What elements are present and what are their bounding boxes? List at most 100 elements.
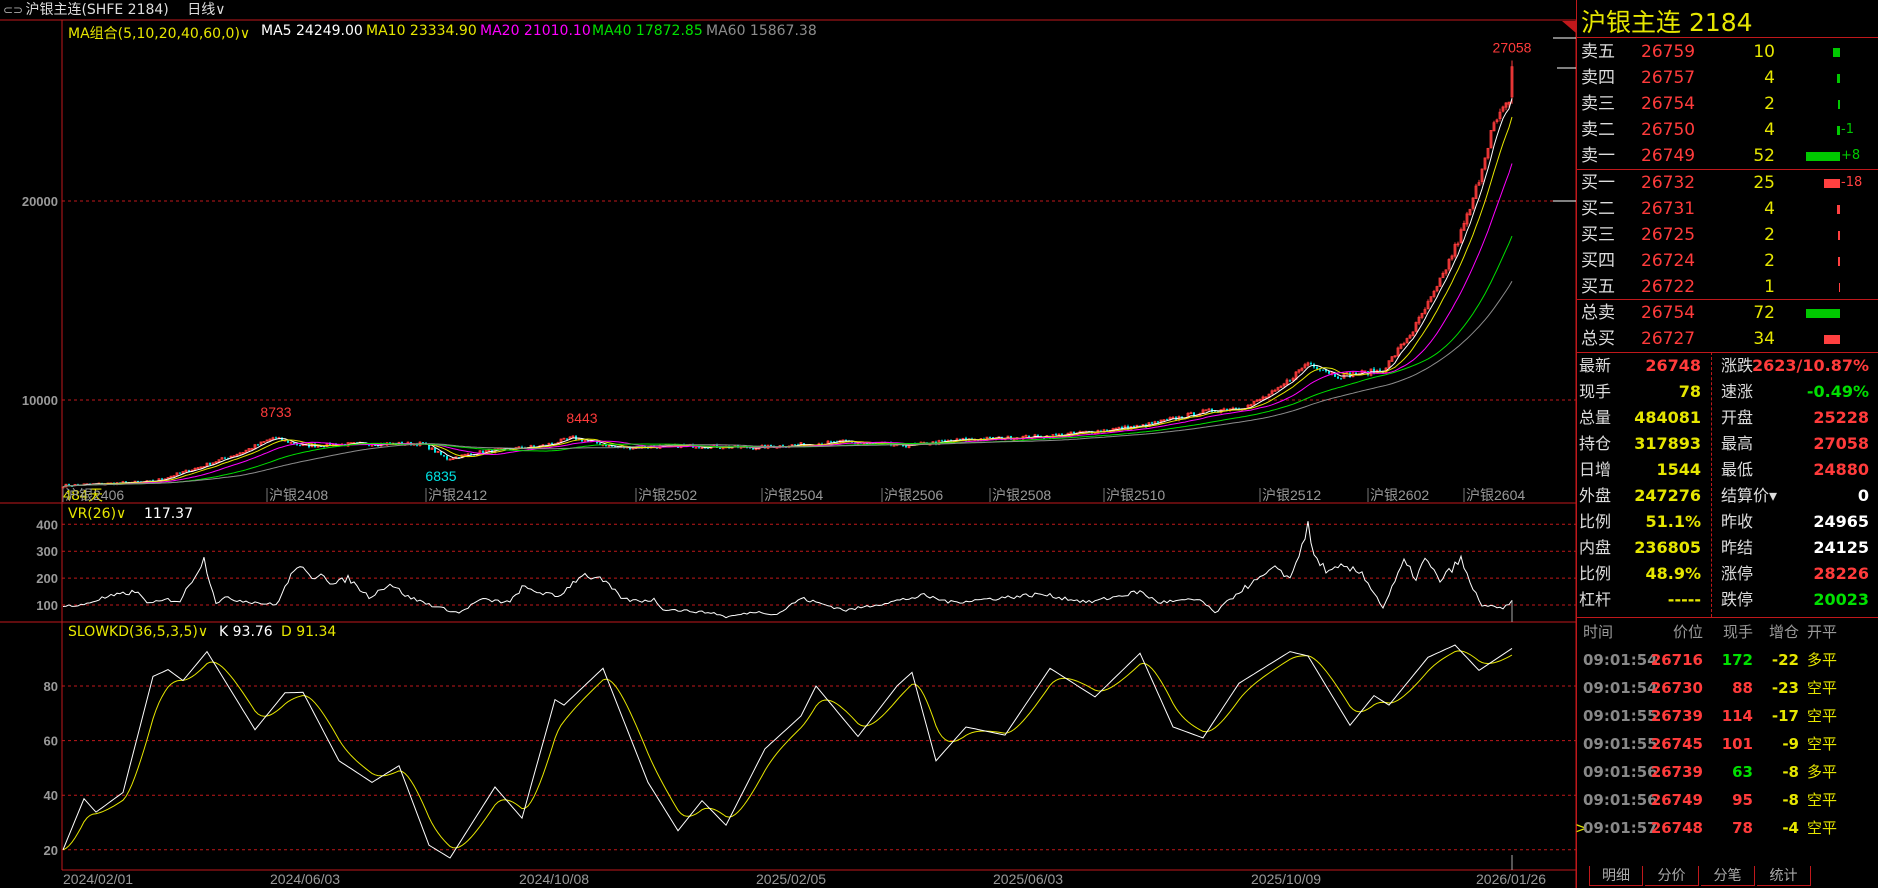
order-book-row[interactable]: 买四 26724 2 (1577, 248, 1878, 274)
order-book-row[interactable]: 总卖 26754 72 (1577, 300, 1878, 326)
trade-price: 26749 (1650, 791, 1703, 809)
trade-row[interactable]: 09:01:55 26739 114 -17 空平 (1577, 702, 1878, 730)
vr-value: 117.37 (144, 506, 193, 522)
candle (1297, 369, 1301, 374)
trade-price: 26748 (1650, 819, 1703, 837)
level-volume: 34 (1753, 329, 1775, 349)
order-book-row[interactable]: 买三 26725 2 (1577, 222, 1878, 248)
level-label: 买五 (1581, 277, 1615, 297)
stat-label[interactable]: 结算价▾ (1721, 483, 1777, 509)
trade-time: 09:01:56 (1583, 763, 1658, 781)
candle (1189, 411, 1193, 415)
candle (448, 458, 452, 461)
vr-tick-label: 200 (36, 571, 58, 586)
volume-bar (1838, 100, 1840, 109)
level-label: 卖五 (1581, 42, 1615, 62)
candle (224, 456, 226, 459)
trade-row[interactable]: 09:01:54 26716 172 -22 多平 (1577, 646, 1878, 674)
order-book-row[interactable]: 卖二 26750 4 -1 (1577, 117, 1878, 143)
trade-time: 09:01:54 (1583, 679, 1658, 697)
candle (1459, 227, 1463, 244)
date-label: 2025/02/05 (756, 871, 826, 887)
candle (1255, 398, 1259, 403)
trade-row[interactable]: 09:01:54 26730 88 -23 空平 (1577, 674, 1878, 702)
candle (1207, 407, 1211, 411)
volume-bar (1833, 48, 1840, 57)
candle (1399, 343, 1403, 350)
candle (478, 450, 482, 456)
ma60-line (62, 281, 1513, 488)
candle-body (1322, 369, 1324, 371)
candle-body (482, 450, 484, 454)
candle-body (1316, 367, 1318, 369)
trade-type: 空平 (1807, 707, 1838, 725)
candle-body (533, 445, 535, 447)
kd-selector[interactable]: SLOWKD(36,5,3,5)∨ (68, 624, 208, 640)
order-book-row[interactable]: 买二 26731 4 (1577, 196, 1878, 222)
candle (175, 472, 179, 476)
date-label: 2026/01/26 (1476, 871, 1546, 887)
date-label: 2024/06/03 (270, 871, 340, 887)
order-book-row[interactable]: 买一 26732 25 -18 (1577, 170, 1878, 196)
volume-bar (1838, 231, 1840, 240)
link-icon[interactable]: ⊂⊃ (3, 0, 23, 20)
candle (562, 437, 566, 440)
candle (1322, 369, 1324, 371)
candle (1498, 108, 1502, 122)
volume-bar (1837, 205, 1840, 214)
trade-row[interactable]: 09:01:56 26749 95 -8 空平 (1577, 786, 1878, 814)
trade-row[interactable]: >09:01:57 26748 78 -4 空平 (1575, 814, 1878, 842)
ma40-value: MA40 17872.85 (592, 23, 703, 39)
candle (430, 447, 434, 450)
contract-label: 沪银2506 (884, 487, 943, 503)
candle (1417, 315, 1421, 326)
vr-selector[interactable]: VR(26)∨ (68, 506, 126, 522)
ma-selector[interactable]: MA组合(5,10,20,40,60,0)∨ (68, 23, 250, 43)
contract-label: 沪银2502 (638, 487, 697, 503)
candle-body (257, 444, 259, 446)
candle (1480, 168, 1484, 185)
order-book-row[interactable]: 卖五 26759 10 (1577, 39, 1878, 65)
level-volume: 10 (1753, 42, 1775, 62)
tab-tick[interactable]: 分笔 (1701, 866, 1755, 886)
level-label: 卖三 (1581, 94, 1615, 114)
candle-body (752, 448, 754, 450)
order-book-row[interactable]: 卖三 26754 2 (1577, 91, 1878, 117)
ma5-value: MA5 24249.00 (261, 23, 363, 39)
level-volume: 2 (1764, 94, 1775, 114)
period-selector[interactable]: 日线∨ (187, 2, 225, 18)
candle (830, 440, 832, 443)
kline-chart[interactable]: 20000 10000 400 300 200 100 80 60 40 20 27058 8733 6… (0, 0, 1576, 888)
stat-label: 昨收 (1721, 512, 1754, 531)
trade-row[interactable]: 09:01:56 26739 63 -8 多平 (1577, 758, 1878, 786)
trade-row[interactable]: 09:01:55 26745 101 -9 空平 (1577, 730, 1878, 758)
stat-label: 跌停 (1721, 590, 1754, 609)
date-label: 2024/10/08 (519, 871, 589, 887)
candle (1303, 362, 1307, 369)
candle-body (830, 441, 832, 443)
order-book-row[interactable]: 卖四 26757 4 (1577, 65, 1878, 91)
stat-label: 涨跌 (1721, 356, 1754, 375)
contract-label: 沪银2406 (65, 487, 124, 503)
ma10-line (62, 116, 1513, 488)
trade-type: 多平 (1807, 651, 1838, 669)
level-volume: 52 (1753, 146, 1775, 166)
tab-stats[interactable]: 统计 (1757, 866, 1811, 886)
order-book-row[interactable]: 卖一 26749 52 +8 (1577, 143, 1878, 169)
stat-label: 外盘 (1579, 486, 1612, 505)
level-price: 26724 (1641, 251, 1696, 271)
stat-label: 涨停 (1721, 564, 1754, 583)
candle (1471, 197, 1475, 211)
quote-stat-row: 现手 78 速涨 -0.49% (1577, 379, 1878, 405)
candle (1432, 289, 1436, 299)
tab-price[interactable]: 分价 (1645, 866, 1699, 886)
candle (482, 449, 484, 454)
candle (289, 441, 293, 444)
order-book-row[interactable]: 总买 26727 34 (1577, 326, 1878, 352)
order-book-row[interactable]: 买五 26722 1 (1577, 274, 1878, 300)
candle (1171, 416, 1175, 419)
trade-volume: 88 (1732, 679, 1753, 697)
candle (1270, 389, 1274, 395)
tab-detail[interactable]: 明细 (1589, 866, 1643, 886)
candle-body (1073, 431, 1075, 434)
